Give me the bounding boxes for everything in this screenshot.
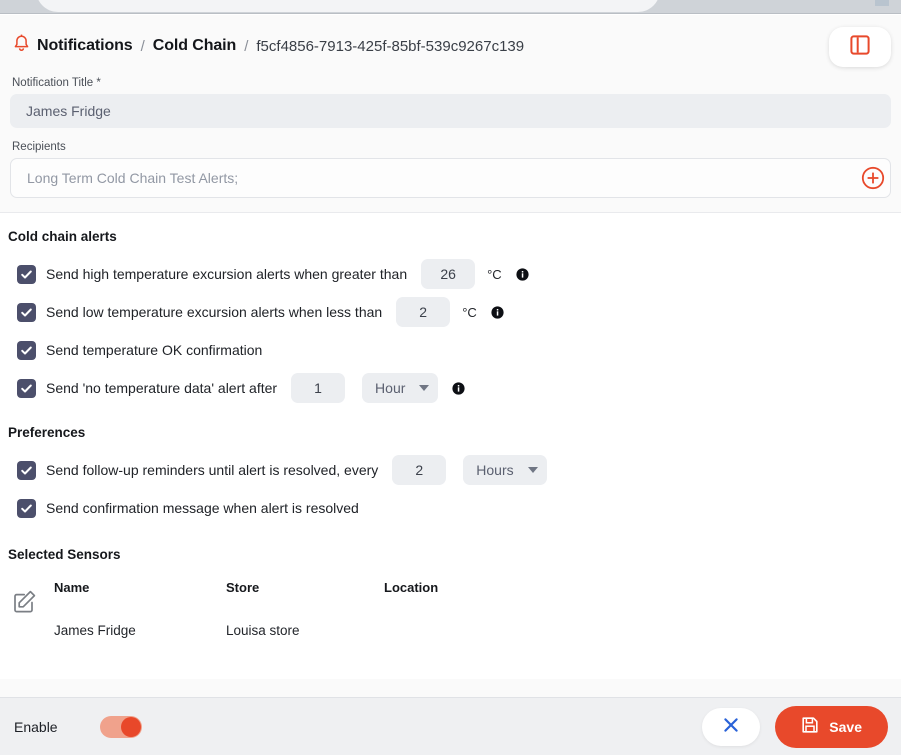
checkbox-no-data[interactable] bbox=[17, 378, 36, 398]
save-disk-icon bbox=[801, 716, 819, 737]
toolbar-right-marker bbox=[875, 0, 889, 6]
chevron-down-icon bbox=[419, 385, 430, 391]
enable-label: Enable bbox=[14, 718, 58, 735]
plus-circle-icon[interactable] bbox=[861, 166, 885, 190]
column-header-name: Name bbox=[54, 579, 90, 595]
info-icon-no-data[interactable] bbox=[452, 381, 466, 395]
recipients-input[interactable] bbox=[10, 158, 891, 198]
cold-chain-row-no-data: Send 'no temperature data' alert after H… bbox=[0, 369, 901, 407]
breadcrumb-separator-1: / bbox=[140, 37, 145, 55]
cell-sensor-store: Louisa store bbox=[226, 623, 300, 638]
input-followup-interval[interactable] bbox=[392, 455, 447, 485]
breadcrumb: Notifications / Cold Chain / f5cf4856-79… bbox=[13, 34, 524, 58]
input-high-temp-threshold[interactable] bbox=[421, 259, 476, 289]
label-low-temp: Send low temperature excursion alerts wh… bbox=[46, 304, 383, 320]
label-resolution-confirmation: Send confirmation message when alert is … bbox=[46, 500, 359, 516]
enable-toggle-knob bbox=[120, 716, 141, 737]
save-button-label: Save bbox=[829, 718, 862, 735]
edit-pencil-icon[interactable] bbox=[12, 588, 38, 619]
recipients-field-label: Recipients bbox=[12, 141, 66, 153]
unit-high-temp: °C bbox=[487, 266, 502, 282]
chevron-down-icon bbox=[527, 467, 538, 473]
selected-sensors-table: Name Store Location James Fridge Louisa … bbox=[54, 576, 544, 639]
enable-toggle[interactable] bbox=[99, 715, 142, 738]
cell-sensor-name: James Fridge bbox=[54, 623, 136, 638]
checkbox-followup-reminders[interactable] bbox=[17, 460, 36, 480]
table-row[interactable]: James Fridge Louisa store bbox=[54, 598, 544, 638]
label-temp-ok: Send temperature OK confirmation bbox=[46, 342, 263, 358]
footer-action-bar: Enable Save bbox=[0, 697, 901, 755]
breadcrumb-separator-2: / bbox=[244, 37, 249, 55]
selected-sensors-title: Selected Sensors bbox=[8, 547, 121, 562]
checkbox-resolution-confirmation[interactable] bbox=[17, 498, 36, 518]
column-header-location: Location bbox=[384, 579, 439, 595]
table-header-row: Name Store Location bbox=[54, 576, 544, 598]
input-low-temp-threshold[interactable] bbox=[396, 297, 451, 327]
top-toolbar-strip bbox=[0, 0, 901, 14]
settings-content: Cold chain alerts Send high temperature … bbox=[0, 212, 901, 679]
checkbox-low-temp[interactable] bbox=[17, 302, 36, 322]
notification-form: Notification Title * Recipients bbox=[0, 77, 901, 212]
preferences-row-confirmation: Send confirmation message when alert is … bbox=[0, 489, 901, 527]
preferences-row-followup: Send follow-up reminders until alert is … bbox=[0, 451, 901, 489]
checkbox-high-temp[interactable] bbox=[17, 264, 36, 284]
title-field-label: Notification Title * bbox=[12, 77, 101, 89]
notification-editor-page: Notifications / Cold Chain / f5cf4856-79… bbox=[0, 15, 901, 755]
save-button[interactable]: Save bbox=[775, 705, 888, 748]
column-header-store: Store bbox=[226, 579, 260, 595]
cold-chain-row-temp-ok: Send temperature OK confirmation bbox=[0, 331, 901, 369]
global-search-input[interactable] bbox=[36, 0, 660, 12]
cold-chain-row-high-temp: Send high temperature excursion alerts w… bbox=[0, 255, 901, 293]
breadcrumb-id: f5cf4856-7913-425f-85bf-539c9267c139 bbox=[256, 37, 525, 55]
notification-title-input[interactable] bbox=[10, 94, 891, 128]
cold-chain-section-title: Cold chain alerts bbox=[8, 229, 117, 244]
panel-toggle-button[interactable] bbox=[829, 27, 891, 67]
select-no-data-unit[interactable]: Hour bbox=[362, 373, 439, 403]
checkbox-temp-ok[interactable] bbox=[17, 340, 36, 360]
label-followup-reminders: Send follow-up reminders until alert is … bbox=[46, 462, 379, 478]
selected-sensors-section: Selected Sensors Name Store Location Jam… bbox=[0, 547, 901, 638]
info-icon-low-temp[interactable] bbox=[491, 305, 504, 319]
cell-sensor-location bbox=[384, 598, 544, 638]
preferences-section-title: Preferences bbox=[8, 425, 86, 440]
breadcrumb-root[interactable]: Notifications bbox=[37, 37, 133, 55]
select-followup-unit-value: Hours bbox=[476, 462, 514, 478]
breadcrumb-category[interactable]: Cold Chain bbox=[153, 37, 237, 55]
select-no-data-unit-value: Hour bbox=[375, 380, 406, 396]
label-no-data: Send 'no temperature data' alert after bbox=[46, 380, 278, 396]
cancel-button[interactable] bbox=[702, 707, 761, 746]
page-header: Notifications / Cold Chain / f5cf4856-79… bbox=[0, 15, 901, 77]
close-x-icon bbox=[722, 716, 740, 737]
input-no-data-duration[interactable] bbox=[291, 373, 346, 403]
label-high-temp: Send high temperature excursion alerts w… bbox=[46, 266, 408, 282]
bell-icon bbox=[13, 34, 30, 58]
panel-layout-icon bbox=[849, 34, 871, 61]
cold-chain-row-low-temp: Send low temperature excursion alerts wh… bbox=[0, 293, 901, 331]
info-icon-high-temp[interactable] bbox=[516, 267, 529, 281]
unit-low-temp: °C bbox=[462, 304, 477, 320]
select-followup-unit[interactable]: Hours bbox=[463, 455, 547, 485]
